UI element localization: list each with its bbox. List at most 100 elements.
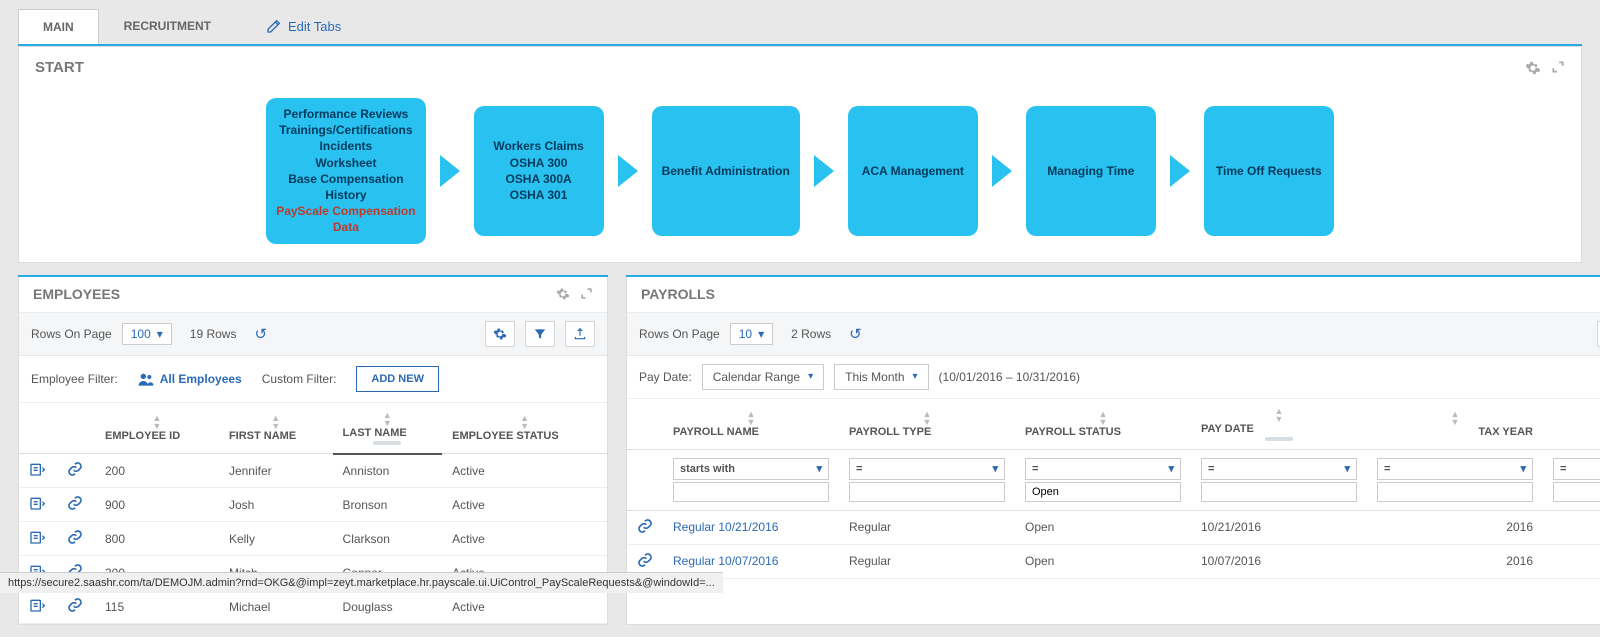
start-workflow: Performance ReviewsTrainings/Certificati… bbox=[19, 88, 1581, 262]
filter-operator[interactable]: =▾ bbox=[1553, 458, 1600, 480]
all-employees-filter[interactable]: All Employees bbox=[138, 372, 242, 386]
employees-toolbar: Rows On Page 100 ▾ 19 Rows ↺ bbox=[19, 313, 607, 356]
sort-icon[interactable]: ▲▼ bbox=[229, 414, 323, 430]
open-record-icon[interactable] bbox=[29, 598, 45, 612]
table-row: Regular 10/21/2016RegularOpen10/21/20162… bbox=[627, 510, 1600, 544]
row-count-label: 2 Rows bbox=[791, 327, 831, 341]
filter-value-input[interactable] bbox=[1377, 482, 1533, 502]
row-count-label: 19 Rows bbox=[190, 327, 237, 341]
col-tax-quarter: ▲▼TAX QUARTER bbox=[1543, 399, 1600, 450]
filter-operator[interactable]: =▾ bbox=[1025, 458, 1181, 480]
cell-payroll-type: Regular bbox=[839, 510, 1015, 544]
filter-value-input[interactable] bbox=[849, 482, 1005, 502]
employees-filter-row: Employee Filter: All Employees Custom Fi… bbox=[19, 356, 607, 403]
cell-tax-quarter: 4 bbox=[1543, 544, 1600, 578]
employees-title: EMPLOYEES bbox=[33, 286, 120, 302]
rows-on-page-select[interactable]: 10 ▾ bbox=[730, 323, 773, 345]
this-month-select[interactable]: This Month ▾ bbox=[834, 364, 928, 390]
edit-tabs-label: Edit Tabs bbox=[288, 19, 341, 34]
filter-value-input[interactable] bbox=[1025, 482, 1181, 502]
workflow-step[interactable]: Time Off Requests bbox=[1204, 106, 1334, 236]
col-payroll-type: ▲▼PAYROLL TYPE bbox=[839, 399, 1015, 450]
cell-employee-status: Active bbox=[442, 488, 607, 522]
refresh-icon[interactable]: ↺ bbox=[254, 325, 267, 343]
pay-date-label: Pay Date: bbox=[639, 370, 692, 384]
link-icon[interactable] bbox=[67, 529, 83, 545]
arrow-right-icon bbox=[1170, 155, 1190, 187]
payroll-name-link[interactable]: Regular 10/21/2016 bbox=[673, 520, 778, 534]
table-row: 115MichaelDouglassActive bbox=[19, 590, 607, 624]
link-icon[interactable] bbox=[637, 552, 653, 568]
sort-icon[interactable]: ▲▼ bbox=[452, 414, 597, 430]
link-icon[interactable] bbox=[67, 597, 83, 613]
calendar-range-select[interactable]: Calendar Range ▾ bbox=[702, 364, 824, 390]
filter-button[interactable] bbox=[525, 321, 555, 347]
export-button[interactable] bbox=[565, 321, 595, 347]
table-row: 900JoshBronsonActive bbox=[19, 488, 607, 522]
table-row: Regular 10/07/2016RegularOpen10/07/20162… bbox=[627, 544, 1600, 578]
cell-first-name: Kelly bbox=[219, 522, 333, 556]
expand-icon[interactable] bbox=[580, 287, 593, 301]
col-payroll-name: ▲▼PAYROLL NAME bbox=[663, 399, 839, 450]
payrolls-toolbar: Rows On Page 10 ▾ 2 Rows ↺ bbox=[627, 313, 1600, 356]
chevron-down-icon: ▾ bbox=[758, 327, 764, 341]
sort-icon[interactable]: ▲▼ bbox=[1553, 410, 1600, 426]
payroll-name-link[interactable]: Regular 10/07/2016 bbox=[673, 554, 778, 568]
col-payroll-status: ▲▼PAYROLL STATUS bbox=[1015, 399, 1191, 450]
sort-icon[interactable]: ▲▼ bbox=[105, 414, 209, 430]
sort-icon[interactable]: ▲▼ bbox=[1201, 407, 1357, 423]
gear-icon[interactable] bbox=[556, 287, 570, 301]
workflow-step[interactable]: Performance ReviewsTrainings/Certificati… bbox=[266, 98, 425, 244]
sort-icon[interactable]: ▲▼ bbox=[1025, 410, 1181, 426]
cell-first-name: Josh bbox=[219, 488, 333, 522]
settings-gear-button[interactable] bbox=[485, 321, 515, 347]
workflow-step[interactable]: ACA Management bbox=[848, 106, 978, 236]
cell-tax-quarter: 4 bbox=[1543, 510, 1600, 544]
gear-icon[interactable] bbox=[1525, 60, 1541, 76]
filter-operator[interactable]: starts with▾ bbox=[673, 458, 829, 480]
rows-on-page-label: Rows On Page bbox=[31, 327, 112, 341]
employee-filter-label: Employee Filter: bbox=[31, 372, 118, 386]
expand-icon[interactable] bbox=[1551, 60, 1565, 76]
rows-on-page-select[interactable]: 100 ▾ bbox=[122, 323, 172, 345]
chevron-down-icon: ▾ bbox=[157, 327, 163, 341]
cell-employee-id: 200 bbox=[95, 454, 219, 488]
link-icon[interactable] bbox=[67, 495, 83, 511]
sort-icon[interactable]: ▲▼ bbox=[673, 410, 829, 426]
open-record-icon[interactable] bbox=[29, 530, 45, 544]
sort-icon[interactable]: ▲▼ bbox=[343, 411, 433, 427]
sort-handle[interactable] bbox=[373, 441, 401, 445]
add-new-button[interactable]: ADD NEW bbox=[356, 366, 439, 392]
sort-handle[interactable] bbox=[1265, 437, 1293, 441]
tab-recruitment[interactable]: RECRUITMENT bbox=[99, 8, 236, 44]
tab-main[interactable]: MAIN bbox=[18, 9, 99, 44]
sort-icon[interactable]: ▲▼ bbox=[1377, 410, 1533, 426]
filter-operator[interactable]: =▾ bbox=[1201, 458, 1357, 480]
payrolls-title: PAYROLLS bbox=[641, 286, 715, 302]
cell-last-name: Anniston bbox=[333, 454, 443, 488]
open-record-icon[interactable] bbox=[29, 496, 45, 510]
workflow-step[interactable]: Managing Time bbox=[1026, 106, 1156, 236]
payrolls-table: ▲▼PAYROLL NAME ▲▼PAYROLL TYPE ▲▼PAYROLL … bbox=[627, 399, 1600, 579]
link-icon[interactable] bbox=[637, 518, 653, 534]
link-icon[interactable] bbox=[67, 461, 83, 477]
workflow-step[interactable]: Benefit Administration bbox=[652, 106, 800, 236]
filter-value-input[interactable] bbox=[673, 482, 829, 502]
open-record-icon[interactable] bbox=[29, 462, 45, 476]
filter-value-input[interactable] bbox=[1553, 482, 1600, 502]
edit-tabs-link[interactable]: Edit Tabs bbox=[266, 18, 341, 34]
col-employee-status: ▲▼EMPLOYEE STATUS bbox=[442, 403, 607, 454]
filter-operator[interactable]: =▾ bbox=[1377, 458, 1533, 480]
workflow-step[interactable]: Workers ClaimsOSHA 300OSHA 300AOSHA 301 bbox=[474, 106, 604, 236]
refresh-icon[interactable]: ↺ bbox=[849, 325, 862, 343]
col-first-name: ▲▼FIRST NAME bbox=[219, 403, 333, 454]
sort-icon[interactable]: ▲▼ bbox=[849, 410, 1005, 426]
col-pay-date: ▲▼PAY DATE bbox=[1191, 399, 1367, 450]
cell-payroll-type: Regular bbox=[839, 544, 1015, 578]
cell-last-name: Clarkson bbox=[333, 522, 443, 556]
cell-employee-id: 800 bbox=[95, 522, 219, 556]
custom-filter-label: Custom Filter: bbox=[262, 372, 337, 386]
filter-operator[interactable]: =▾ bbox=[849, 458, 1005, 480]
cell-last-name: Douglass bbox=[333, 590, 443, 624]
filter-value-input[interactable] bbox=[1201, 482, 1357, 502]
